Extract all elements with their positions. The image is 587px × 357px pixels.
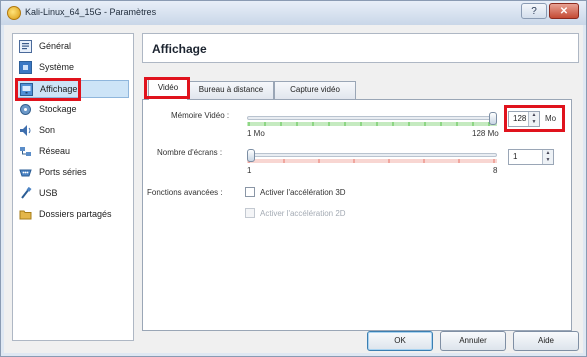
screens-slider-thumb[interactable] [247, 149, 255, 162]
page-title: Affichage [152, 42, 207, 56]
advanced-label: Fonctions avancées : [147, 188, 223, 197]
settings-sidebar: Général Système Affichage Stockage Son R… [12, 33, 134, 341]
title-bar[interactable]: Kali-Linux_64_15G - Paramètres ? ✕ [1, 1, 586, 25]
sidebar-item-serial-ports[interactable]: Ports séries [17, 164, 129, 182]
screens-tick-scale [247, 159, 497, 163]
screens-min-label: 1 [247, 166, 252, 175]
tab-remote-display[interactable]: Bureau à distance [188, 81, 274, 99]
ok-button[interactable]: OK [367, 331, 433, 351]
sidebar-label: Ports séries [39, 167, 87, 177]
dialog-body: Général Système Affichage Stockage Son R… [4, 25, 583, 353]
tab-panel-video: Mémoire Vidéo : 1 Mo 128 Mo 128 ▲ ▼ Mo N… [142, 99, 572, 331]
screens-label: Nombre d'écrans : [157, 148, 223, 157]
highlight-box [144, 77, 190, 99]
sidebar-label: Stockage [39, 104, 77, 114]
shared-folders-icon [19, 208, 32, 221]
tab-video-capture[interactable]: Capture vidéo [274, 81, 356, 99]
storage-icon [19, 103, 32, 116]
enable-2d-label[interactable]: Activer l'accélération 2D [260, 209, 346, 218]
sidebar-label: Système [39, 62, 75, 72]
audio-icon [19, 124, 32, 137]
video-memory-tick-scale [247, 122, 497, 126]
sidebar-item-shared-folders[interactable]: Dossiers partagés [17, 206, 129, 224]
sidebar-item-usb[interactable]: USB [17, 185, 129, 203]
general-icon [19, 40, 32, 53]
sidebar-label: Son [39, 125, 56, 135]
window-title: Kali-Linux_64_15G - Paramètres [25, 7, 157, 17]
usb-icon [19, 186, 32, 200]
sidebar-item-audio[interactable]: Son [17, 122, 129, 140]
video-memory-slider-track[interactable] [247, 116, 497, 120]
sidebar-item-system[interactable]: Système [17, 59, 129, 77]
sidebar-item-storage[interactable]: Stockage [17, 101, 129, 119]
sidebar-label: USB [39, 188, 58, 198]
settings-main: Affichage Vidéo Bureau à distance Captur… [142, 33, 579, 341]
highlight-box [15, 78, 81, 101]
screens-value: 1 [513, 152, 518, 161]
help-title-button[interactable]: ? [521, 3, 547, 19]
network-icon [19, 145, 32, 158]
virtualbox-icon [7, 6, 21, 20]
cancel-button[interactable]: Annuler [440, 331, 506, 351]
enable-3d-checkbox[interactable] [245, 187, 255, 197]
settings-window: Kali-Linux_64_15G - Paramètres ? ✕ Génér… [0, 0, 587, 357]
sidebar-item-network[interactable]: Réseau [17, 143, 129, 161]
system-icon [19, 61, 32, 74]
screens-max-label: 8 [493, 166, 498, 175]
video-memory-max-label: 128 Mo [472, 129, 499, 138]
video-memory-slider-thumb[interactable] [489, 112, 497, 125]
highlight-box [504, 105, 565, 132]
screens-slider-track[interactable] [247, 153, 497, 157]
sidebar-label: Général [39, 41, 72, 51]
enable-3d-label[interactable]: Activer l'accélération 3D [260, 188, 346, 197]
close-button[interactable]: ✕ [549, 3, 579, 19]
sidebar-label: Réseau [39, 146, 71, 156]
help-button[interactable]: Aide [513, 331, 579, 351]
video-memory-min-label: 1 Mo [247, 129, 265, 138]
video-memory-label: Mémoire Vidéo : [171, 111, 230, 120]
spin-arrows-icon[interactable]: ▲ ▼ [542, 150, 553, 164]
enable-2d-checkbox[interactable] [245, 208, 255, 218]
screens-spinbox[interactable]: 1 ▲ ▼ [508, 149, 554, 165]
serial-ports-icon [19, 166, 32, 179]
sidebar-item-general[interactable]: Général [17, 38, 129, 56]
sidebar-label: Dossiers partagés [39, 209, 112, 219]
section-header: Affichage [142, 33, 579, 63]
